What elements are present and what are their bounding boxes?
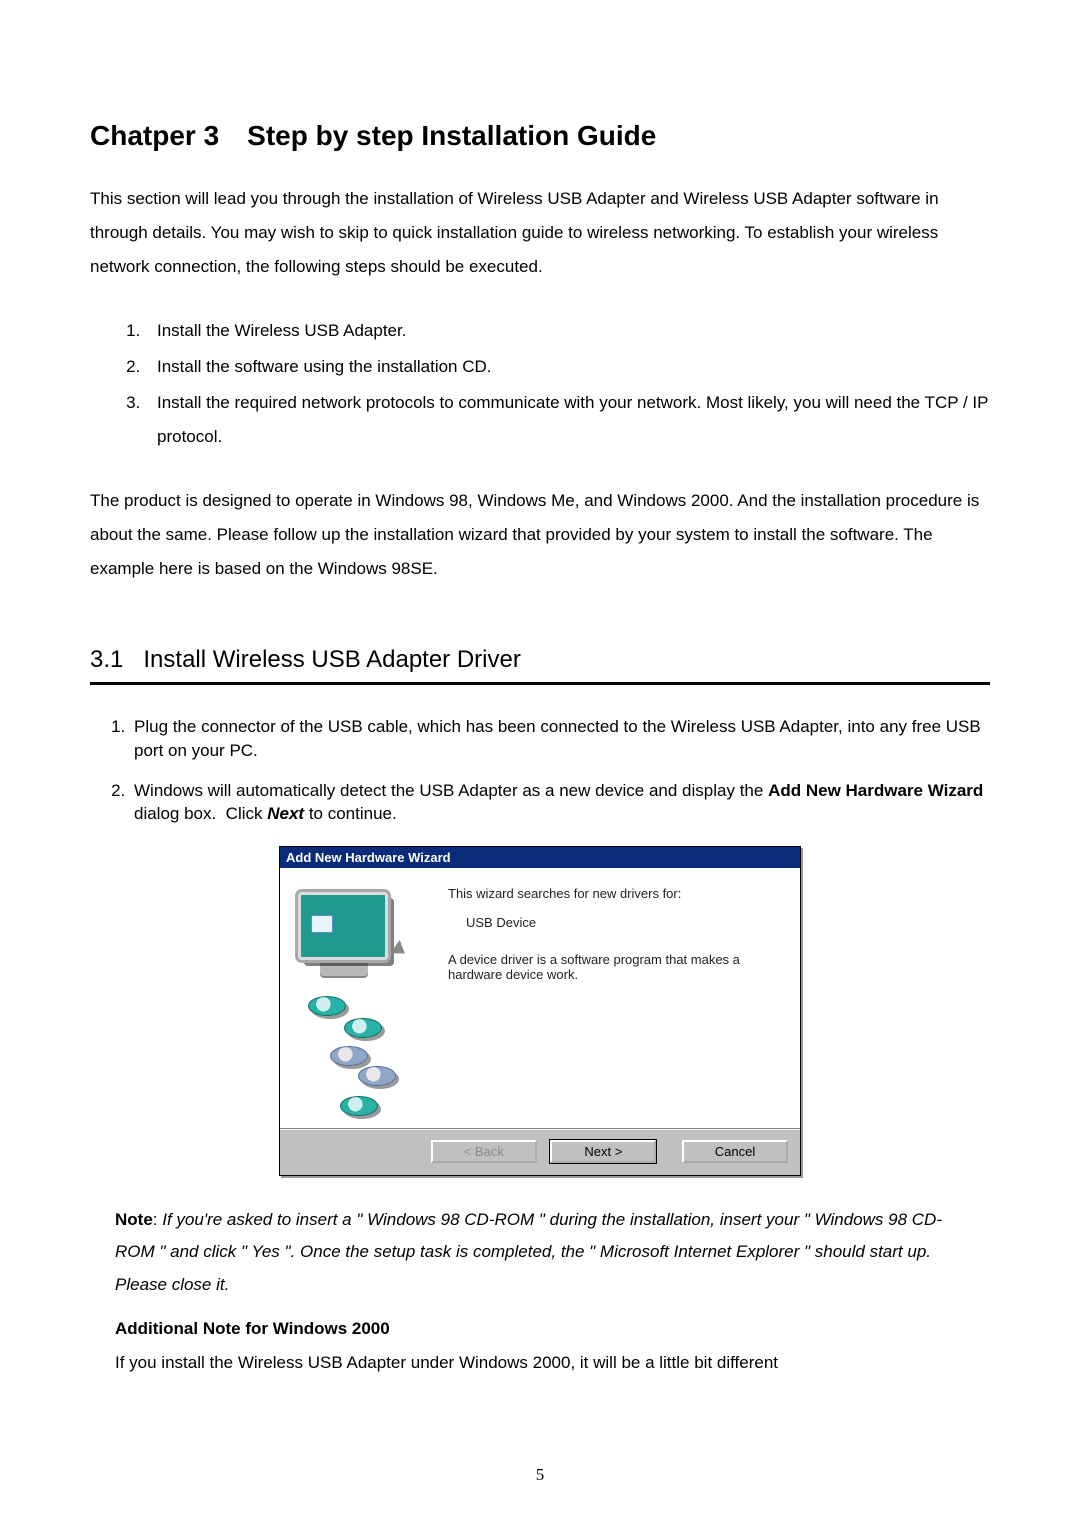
intro-paragraph: This section will lead you through the i… [90,182,990,284]
monitor-base-icon [320,960,368,976]
back-button[interactable]: < Back [431,1140,537,1163]
monitor-icon [298,892,388,960]
disc-icon [344,1018,382,1038]
bold-italic-text: Next [267,804,304,823]
text-fragment: to continue. [304,804,397,823]
overview-step-item: Install the software using the installat… [145,350,990,384]
section-title: Install Wireless USB Adapter Driver [143,646,520,673]
document-page: Chatper 3 Step by step Installation Guid… [0,0,1080,1525]
note-paragraph: Note: If you're asked to insert a " Wind… [115,1204,965,1301]
chapter-heading: Chatper 3 Step by step Installation Guid… [90,120,990,152]
wizard-line-2: A device driver is a software program th… [448,952,782,982]
page-number: 5 [0,1465,1080,1485]
cancel-button[interactable]: Cancel [682,1140,788,1163]
section-number: 3.1 [90,646,123,673]
section-rule [90,682,990,685]
wizard-line-1: This wizard searches for new drivers for… [448,886,782,901]
text-fragment: dialog box. Click [134,804,267,823]
disc-icon [340,1096,378,1116]
additional-note-text: If you install the Wireless USB Adapter … [115,1349,965,1376]
text-fragment: Windows will automatically detect the US… [134,781,768,800]
install-step-item: Plug the connector of the USB cable, whi… [130,715,990,763]
discs-icon [308,996,346,1116]
disc-icon [358,1066,396,1086]
section-heading: 3.1 Install Wireless USB Adapter Driver [90,646,990,674]
add-new-hardware-wizard-dialog: Add New Hardware Wizard [279,846,801,1176]
monitor-window-icon [311,915,333,933]
note-text: If you're asked to insert a " Windows 98… [115,1210,942,1294]
wizard-graphic [298,886,448,1116]
overview-steps-list: Install the Wireless USB Adapter. Instal… [90,314,990,454]
disc-icon [308,996,346,1016]
wizard-device-name: USB Device [466,915,782,930]
disc-icon [330,1046,368,1066]
wizard-titlebar: Add New Hardware Wizard [280,847,800,868]
wizard-screenshot: Add New Hardware Wizard [90,846,990,1176]
wizard-footer: < Back Next > Cancel [280,1129,800,1175]
additional-note-heading: Additional Note for Windows 2000 [115,1319,965,1339]
overview-step-item: Install the Wireless USB Adapter. [145,314,990,348]
next-button[interactable]: Next > [550,1140,656,1163]
overview-step-item: Install the required network protocols t… [145,386,990,454]
install-steps-list: Plug the connector of the USB cable, whi… [90,715,990,826]
note-label: Note [115,1210,153,1229]
wizard-text-panel: This wizard searches for new drivers for… [448,886,782,1116]
os-note-paragraph: The product is designed to operate in Wi… [90,484,990,586]
wizard-body: This wizard searches for new drivers for… [280,868,800,1129]
note-colon: : [153,1210,162,1229]
arrow-icon [390,940,409,960]
bold-text: Add New Hardware Wizard [768,781,983,800]
install-step-item: Windows will automatically detect the US… [130,779,990,827]
